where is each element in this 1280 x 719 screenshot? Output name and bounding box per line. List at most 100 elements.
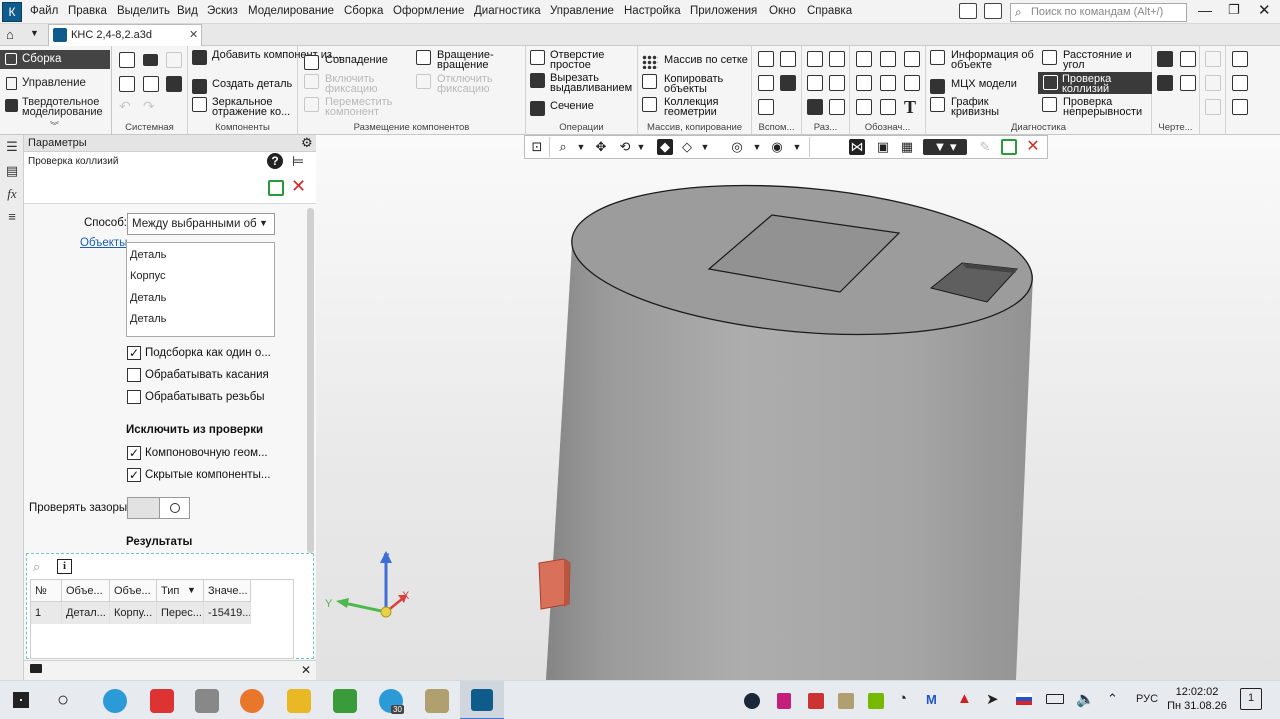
shield-app-icon[interactable] [150, 689, 174, 713]
section-button[interactable]: Сечение [530, 101, 594, 116]
tray-app-archive-icon[interactable] [838, 693, 854, 709]
menu-view[interactable]: Вид [177, 5, 198, 17]
display-dropdown-icon[interactable]: ▼ [697, 139, 713, 155]
tray-m-icon[interactable]: M [926, 692, 937, 707]
menu-edit[interactable]: Правка [68, 5, 107, 17]
tolerance-icon[interactable] [856, 75, 872, 91]
perspective-icon[interactable]: ◉ [769, 139, 785, 155]
table-header[interactable]: Объе... [110, 580, 157, 602]
undo-icon[interactable]: ↶ [119, 98, 131, 115]
drawing-proj-icon[interactable] [1157, 75, 1173, 91]
table-cell[interactable]: 1 [31, 602, 62, 624]
move-component-button[interactable]: Переместить компонент [304, 97, 404, 118]
aux-plane-icon[interactable] [758, 51, 774, 67]
grid-array-button[interactable]: Массив по сетке [642, 55, 748, 69]
create-part-button[interactable]: Создать деталь [192, 79, 292, 94]
objects-list[interactable]: Деталь Корпус Деталь Деталь [126, 242, 275, 337]
speaker-icon[interactable]: 🔈 [1076, 690, 1095, 708]
thread-icon[interactable] [880, 99, 896, 115]
nvidia-icon[interactable] [868, 693, 884, 709]
layout-icon[interactable] [959, 3, 977, 19]
shaded-view-icon[interactable]: ◆ [657, 139, 673, 155]
list-item[interactable]: Деталь [130, 313, 166, 325]
objects-link[interactable]: Объекты [80, 237, 127, 249]
check-gaps-toggle[interactable] [127, 497, 190, 519]
perspective-dropdown-icon[interactable]: ▼ [789, 139, 805, 155]
list-item[interactable]: Корпус [130, 270, 165, 282]
curvature-graph-button[interactable]: График кривизны [930, 97, 1010, 118]
mode-solid-modeling[interactable]: Твердотельное моделирование [0, 96, 110, 118]
orientation-icon[interactable]: ⊡ [529, 139, 545, 155]
new-file-icon[interactable] [119, 52, 135, 68]
collision-check-button[interactable]: Проверка коллизий [1038, 72, 1152, 95]
mass-props-button[interactable]: МЦХ модели [930, 79, 1017, 94]
fullscreen-icon[interactable] [984, 3, 1002, 19]
list-item[interactable]: Деталь [130, 249, 166, 261]
weld-icon[interactable] [880, 75, 896, 91]
save-green-icon[interactable] [268, 180, 284, 196]
distance-angle-button[interactable]: Расстояние и угол [1042, 50, 1148, 71]
pan-icon[interactable]: ✥ [593, 139, 609, 155]
menu-help[interactable]: Справка [807, 5, 852, 17]
info-i-icon[interactable]: i [57, 559, 72, 574]
variables-fx-icon[interactable]: fx [4, 186, 20, 202]
print-icon[interactable] [119, 76, 135, 92]
cancel-red-icon[interactable]: ✕ [291, 176, 306, 197]
language-indicator[interactable]: РУС [1136, 693, 1158, 705]
disable-fixation-button[interactable]: Отключить фиксацию [416, 74, 501, 95]
menu-file[interactable]: Файл [30, 5, 58, 17]
base-icon[interactable] [880, 51, 896, 67]
archive-app-icon[interactable] [425, 689, 449, 713]
windows-start-icon[interactable] [13, 692, 29, 708]
rotate-dropdown-icon[interactable]: ▼ [633, 139, 649, 155]
method-select[interactable]: Между выбранными об ▼ [127, 213, 275, 235]
menu-diagnostics[interactable]: Диагностика [474, 5, 541, 17]
mirror-component-button[interactable]: Зеркальное отражение ко... [192, 97, 296, 118]
zoom-dropdown-icon[interactable]: ▼ [573, 139, 589, 155]
text-icon[interactable]: T [904, 97, 916, 118]
menu-window[interactable]: Окно [769, 5, 796, 17]
menu-management[interactable]: Управление [550, 5, 614, 17]
spreadsheet-app-icon[interactable] [333, 689, 357, 713]
subassembly-checkbox[interactable]: ✓ [127, 346, 141, 360]
filter-icon[interactable]: ▼ ▾ [923, 139, 967, 155]
cut-extrude-button[interactable]: Вырезать выдавливанием [530, 73, 640, 94]
table-cell[interactable]: -15419... [204, 602, 251, 624]
preview-icon[interactable] [143, 76, 159, 92]
editor-app-icon[interactable] [195, 689, 219, 713]
model-render[interactable]: Z Y X [316, 135, 1280, 680]
close-icon[interactable]: ✕ [1258, 1, 1271, 19]
taskbar-clock[interactable]: 12:02:02 Пн 31.08.26 [1164, 685, 1230, 713]
minimize-icon[interactable]: — [1198, 2, 1212, 18]
list-item[interactable]: Деталь [130, 292, 166, 304]
3d-viewport[interactable]: Z Y X [316, 135, 1280, 680]
drawing-sheet-icon[interactable] [1180, 51, 1196, 67]
steam-icon[interactable] [744, 693, 760, 709]
filter-objects-icon[interactable]: ▣ [875, 139, 891, 155]
tray-app-red-icon[interactable] [808, 693, 824, 709]
restore-icon[interactable]: ❐ [1228, 2, 1240, 18]
message-icon[interactable] [30, 664, 42, 673]
copy-objects-button[interactable]: Копировать объекты [642, 74, 732, 95]
mark-icon[interactable] [904, 75, 920, 91]
wifi-icon[interactable]: ◔ [898, 690, 907, 707]
aux-cs-icon[interactable] [780, 75, 796, 91]
continuity-check-button[interactable]: Проверка непрерывности [1042, 97, 1150, 118]
position-icon[interactable] [856, 99, 872, 115]
menu-modeling[interactable]: Моделирование [248, 5, 334, 17]
table-cell[interactable]: Детал... [62, 602, 110, 624]
aux-axis-icon[interactable] [780, 51, 796, 67]
enable-fixation-button[interactable]: Включить фиксацию [304, 74, 384, 95]
taskbar-search-icon[interactable]: ○ [57, 689, 69, 712]
model-tree-icon[interactable]: ☰ [4, 139, 20, 155]
mode-assembly[interactable]: Сборка [0, 50, 110, 69]
help-icon[interactable]: ? [267, 153, 283, 169]
layers-view-icon[interactable]: ▦ [899, 139, 915, 155]
open-folder-icon[interactable] [143, 54, 158, 66]
extra-tool-icon-5[interactable] [1232, 75, 1248, 91]
drawing-view-icon[interactable] [1157, 51, 1173, 67]
tab-close-icon[interactable]: ✕ [189, 28, 198, 41]
notification-center-icon[interactable]: 1 [1240, 688, 1262, 710]
table-header-type[interactable]: Тип ▼ [157, 580, 204, 602]
extra-tool-icon-4[interactable] [1232, 51, 1248, 67]
